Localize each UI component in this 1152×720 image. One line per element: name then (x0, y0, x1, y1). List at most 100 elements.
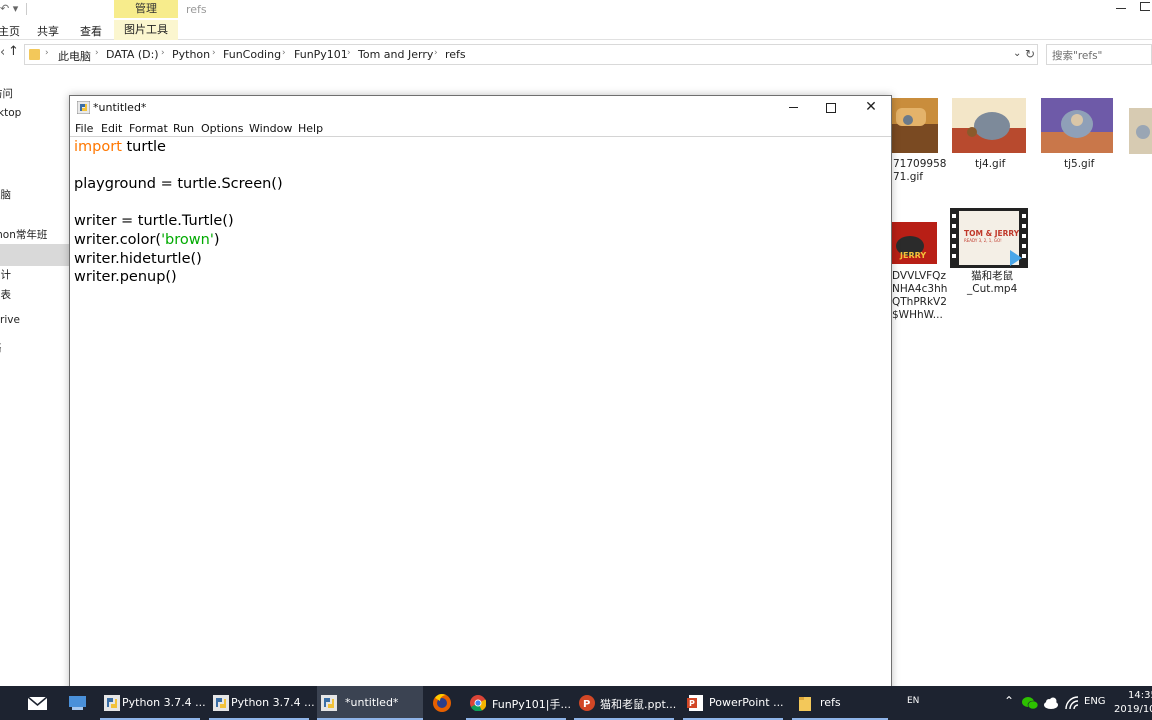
breadcrumb-funcoding[interactable]: FunCoding (223, 48, 281, 61)
navigation-pane: 访问 ktop 电脑 thon常年班 设计 列表 rive 络 (0, 66, 70, 686)
toolbar-separator (26, 3, 27, 15)
video-file-thumbnail[interactable]: TOM & JERRY READY 3, 2, 1, GO! (950, 208, 1028, 268)
menu-format[interactable]: Format (129, 122, 168, 135)
file-name-label: tj5.gif (1064, 158, 1095, 170)
explorer-maximize-button[interactable] (1140, 2, 1150, 11)
menu-help[interactable]: Help (298, 122, 323, 135)
address-bar[interactable]: › 此电脑 › DATA (D:) › Python › FunCoding ›… (24, 44, 1038, 65)
code-line-7: writer.hideturtle() (74, 251, 202, 267)
nav-item-python-class[interactable]: thon常年班 (0, 227, 47, 242)
file-thumbnail[interactable] (952, 98, 1026, 153)
svg-text:P: P (689, 699, 695, 708)
clock-date: 2019/10 (1114, 704, 1152, 715)
nav-selection-highlight (0, 244, 70, 266)
chevron-right-icon: › (45, 48, 49, 58)
gif-thumbnail-image (886, 98, 938, 153)
file-name-label: 猫和老鼠 _Cut.mp4 (967, 270, 1018, 295)
nav-item-quick-access[interactable]: 访问 (0, 86, 13, 101)
python-idle-icon (104, 695, 120, 711)
idle-titlebar[interactable]: *untitled* ✕ (70, 96, 891, 120)
taskbar-button-chrome[interactable]: FunPy101|手... (466, 686, 571, 720)
chevron-right-icon: › (161, 48, 165, 58)
tab-view[interactable]: 查看 (80, 23, 102, 39)
folder-icon (29, 49, 40, 60)
menu-edit[interactable]: Edit (101, 122, 122, 135)
wechat-icon[interactable] (1022, 696, 1038, 710)
nav-item-network[interactable]: 络 (0, 340, 2, 355)
svg-text:JERRY: JERRY (899, 251, 926, 260)
chevron-right-icon: › (347, 48, 351, 58)
file-thumbnail[interactable] (1041, 98, 1113, 153)
quick-access-toolbar[interactable]: ↶ ▾ (0, 2, 18, 15)
ime-indicator[interactable]: EN (907, 696, 919, 706)
up-arrow-icon[interactable]: ↑ (8, 44, 19, 59)
nav-item-list[interactable]: 列表 (0, 287, 11, 302)
idle-menu-bar: File Edit Format Run Options Window Help (70, 120, 891, 137)
python-idle-icon (213, 695, 229, 711)
language-indicator[interactable]: ENG (1084, 696, 1106, 707)
mail-icon[interactable] (26, 686, 50, 720)
tab-home[interactable]: 主页 (0, 23, 20, 39)
code-line-3: playground = turtle.Screen() (74, 176, 283, 192)
taskbar-button-python-shell-2[interactable]: Python 3.7.4 ... (209, 686, 315, 720)
chevron-right-icon: › (95, 48, 99, 58)
gif-thumbnail-image (1041, 98, 1113, 153)
nav-item-onedrive[interactable]: rive (0, 314, 20, 326)
minimize-button[interactable] (774, 96, 812, 120)
code-line-8: writer.penup() (74, 269, 177, 285)
menu-run[interactable]: Run (173, 122, 194, 135)
powerpoint-doc-icon: P (687, 695, 703, 711)
back-arrow-icon[interactable]: ‹ (0, 45, 5, 60)
chevron-right-icon: › (212, 48, 216, 58)
cloud-icon[interactable] (1043, 696, 1059, 710)
file-thumbnail[interactable] (1129, 108, 1152, 154)
refresh-icon[interactable]: ↻ (1025, 47, 1035, 61)
code-line-6: writer.color('brown') (74, 232, 220, 248)
nav-item-desktop[interactable]: ktop (0, 107, 21, 119)
taskbar-button-refs-folder[interactable]: refs (792, 686, 892, 720)
breadcrumb-refs[interactable]: refs (445, 48, 466, 61)
file-name-label: 71709958 71.gif (893, 158, 947, 183)
menu-window[interactable]: Window (249, 122, 292, 135)
code-line-1: import turtle (74, 139, 166, 155)
file-thumbnail[interactable]: JERRY (890, 222, 937, 264)
taskbar-button-untitled[interactable]: *untitled* (317, 686, 423, 720)
gif-thumbnail-image (1129, 108, 1152, 154)
close-button[interactable]: ✕ (852, 96, 890, 120)
breadcrumb-data-drive[interactable]: DATA (D:) (106, 48, 159, 61)
chevron-up-icon[interactable]: ⌃ (1004, 694, 1014, 708)
firefox-icon[interactable] (431, 686, 453, 720)
breadcrumb-python[interactable]: Python (172, 48, 210, 61)
code-editor[interactable]: import turtle playground = turtle.Screen… (70, 138, 891, 694)
tab-share[interactable]: 共享 (37, 23, 59, 39)
maximize-button[interactable] (812, 96, 850, 120)
file-name-label: tj4.gif (975, 158, 1006, 170)
chevron-down-icon[interactable]: ⌄ (1013, 48, 1021, 59)
breadcrumb-tom-and-jerry[interactable]: Tom and Jerry (358, 48, 433, 61)
taskbar-button-ppt-file[interactable]: P 猫和老鼠.ppt... (574, 686, 680, 720)
idle-editor-window: *untitled* ✕ File Edit Format Run Option… (69, 95, 892, 695)
chevron-right-icon: › (434, 48, 438, 58)
svg-text:P: P (583, 699, 590, 710)
nav-item-this-pc[interactable]: 电脑 (0, 187, 11, 202)
ribbon-tabs: 主页 共享 查看 图片工具 (0, 20, 1152, 40)
nav-item-design[interactable]: 设计 (0, 267, 11, 282)
explorer-window-title: refs (186, 3, 207, 16)
wifi-icon[interactable] (1064, 695, 1080, 711)
taskbar-button-powerpoint[interactable]: P PowerPoint ... (683, 686, 789, 720)
video-poster-title: TOM & JERRY (964, 229, 1020, 238)
desktop-app-icon[interactable] (66, 686, 90, 720)
menu-options[interactable]: Options (201, 122, 243, 135)
idle-window-title: *untitled* (93, 101, 147, 114)
menu-file[interactable]: File (75, 122, 93, 135)
tab-picture-tools[interactable]: 图片工具 (114, 20, 178, 40)
taskbar-button-python-shell[interactable]: Python 3.7.4 ... (100, 686, 206, 720)
tab-manage[interactable]: 管理 (114, 0, 178, 18)
clock[interactable]: 14:35 2019/10 (1114, 688, 1152, 718)
search-input[interactable]: 搜索"refs" (1046, 44, 1152, 65)
breadcrumb-this-pc[interactable]: 此电脑 (58, 48, 91, 64)
explorer-minimize-button[interactable] (1116, 0, 1128, 14)
desktop-screen: ↶ ▾ 管理 refs 主页 共享 查看 图片工具 ‹ ↑ › 此电脑 › DA… (0, 0, 1152, 720)
file-thumbnail[interactable] (886, 98, 938, 153)
breadcrumb-funpy101[interactable]: FunPy101 (294, 48, 348, 61)
